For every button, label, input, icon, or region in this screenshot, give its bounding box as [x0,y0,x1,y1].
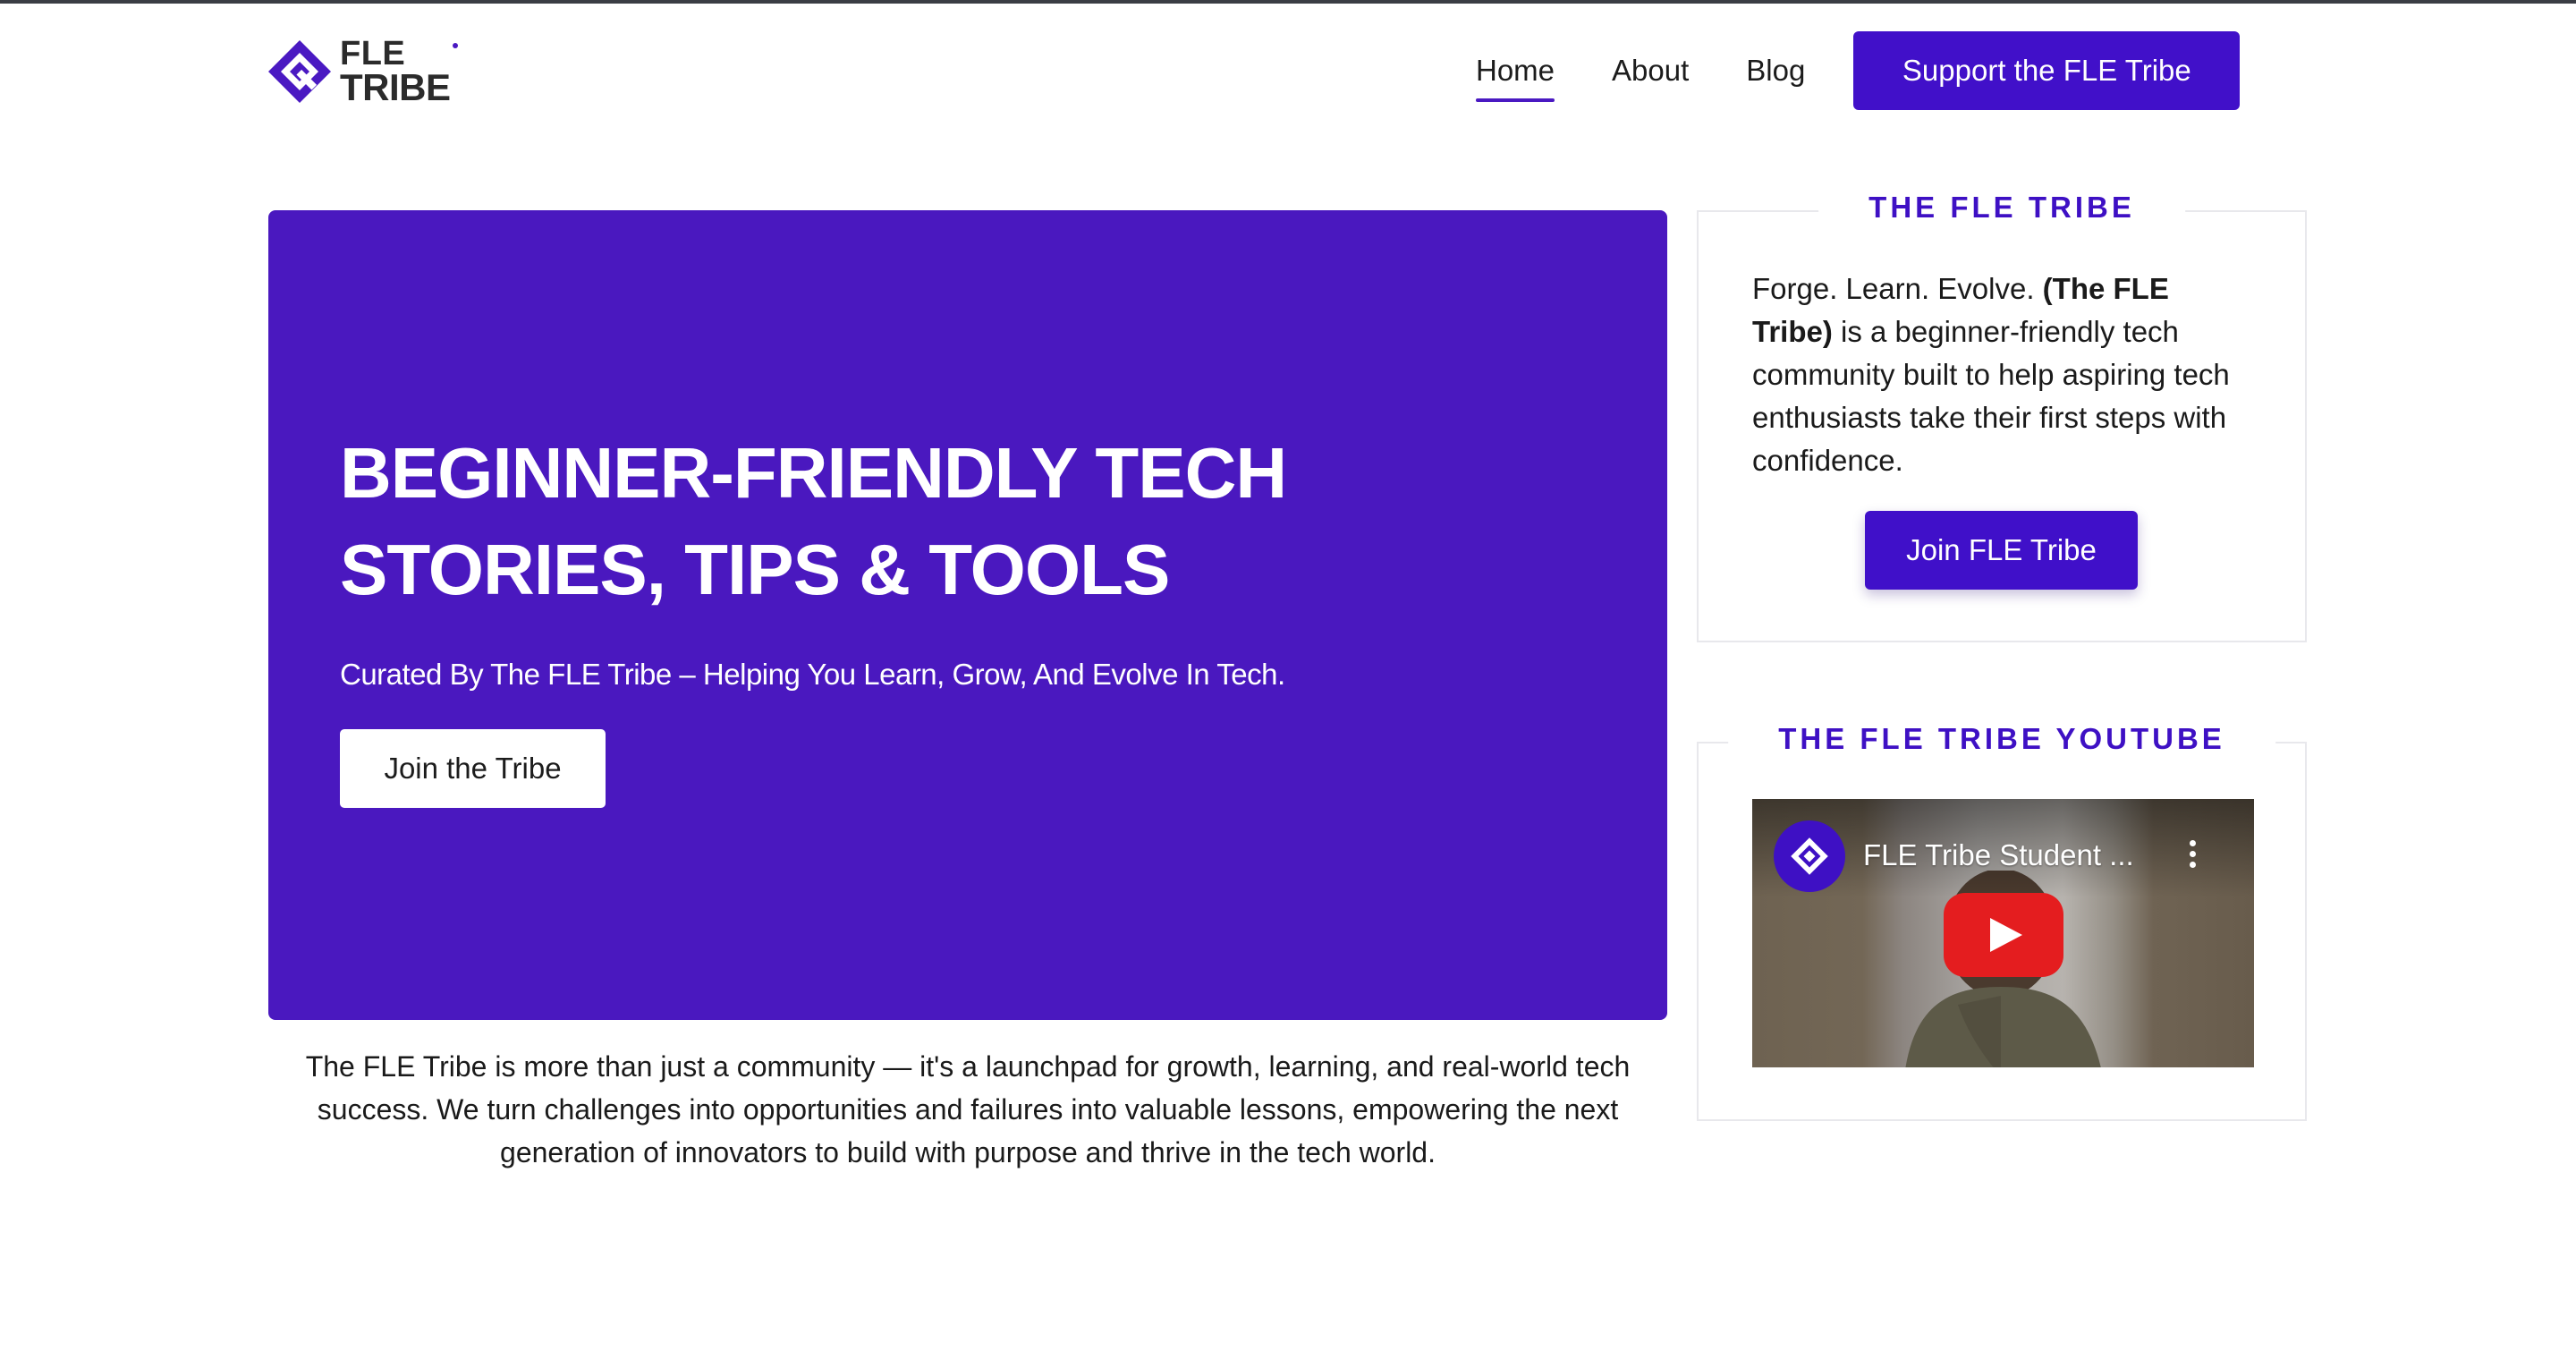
join-tribe-button[interactable]: Join the Tribe [340,729,606,808]
hero-banner: BEGINNER-FRIENDLY TECH STORIES, TIPS & T… [268,210,1667,1020]
widget-title: THE FLE TRIBE YOUTUBE [1728,722,2275,756]
youtube-video-embed[interactable]: FLE Tribe Student ... [1752,799,2254,1067]
fle-tribe-logo-icon [268,40,331,103]
fle-tribe-widget: THE FLE TRIBE Forge. Learn. Evolve. (The… [1697,191,2307,642]
support-button[interactable]: Support the FLE Tribe [1853,31,2241,110]
hero-title: BEGINNER-FRIENDLY TECH STORIES, TIPS & T… [340,433,1287,609]
widget-description: Forge. Learn. Evolve. (The FLE Tribe) is… [1752,268,2253,482]
nav-home[interactable]: Home [1476,45,1555,102]
widget-title: THE FLE TRIBE [1818,191,2185,225]
about-paragraph: The FLE Tribe is more than just a commun… [305,1050,1631,1168]
nav-about[interactable]: About [1612,45,1689,97]
logo-wordmark: FLE TRIBE [340,37,458,109]
join-fle-tribe-button[interactable]: Join FLE Tribe [1865,511,2138,590]
main-nav: Home About Blog Support the FLE Tribe [1476,30,2241,111]
site-header: FLE TRIBE Home About Blog Support the FL… [0,4,2576,138]
widget-text-intro: Forge. Learn. Evolve. [1752,272,2043,305]
logo-line-1: FLE [340,37,458,71]
site-logo[interactable]: FLE TRIBE [267,36,458,109]
more-vertical-icon[interactable] [2188,840,2197,872]
youtube-widget: THE FLE TRIBE YOUTUBE FLE Tribe Student … [1697,722,2307,1121]
nav-blog[interactable]: Blog [1746,45,1805,97]
hero-subtitle: Curated By The FLE Tribe – Helping You L… [340,658,1285,691]
channel-logo-icon [1791,837,1828,875]
logo-line-2: TRIBE [340,66,451,109]
channel-avatar[interactable] [1774,820,1845,892]
video-title[interactable]: FLE Tribe Student ... [1863,838,2134,872]
youtube-play-icon[interactable] [1944,893,2063,977]
